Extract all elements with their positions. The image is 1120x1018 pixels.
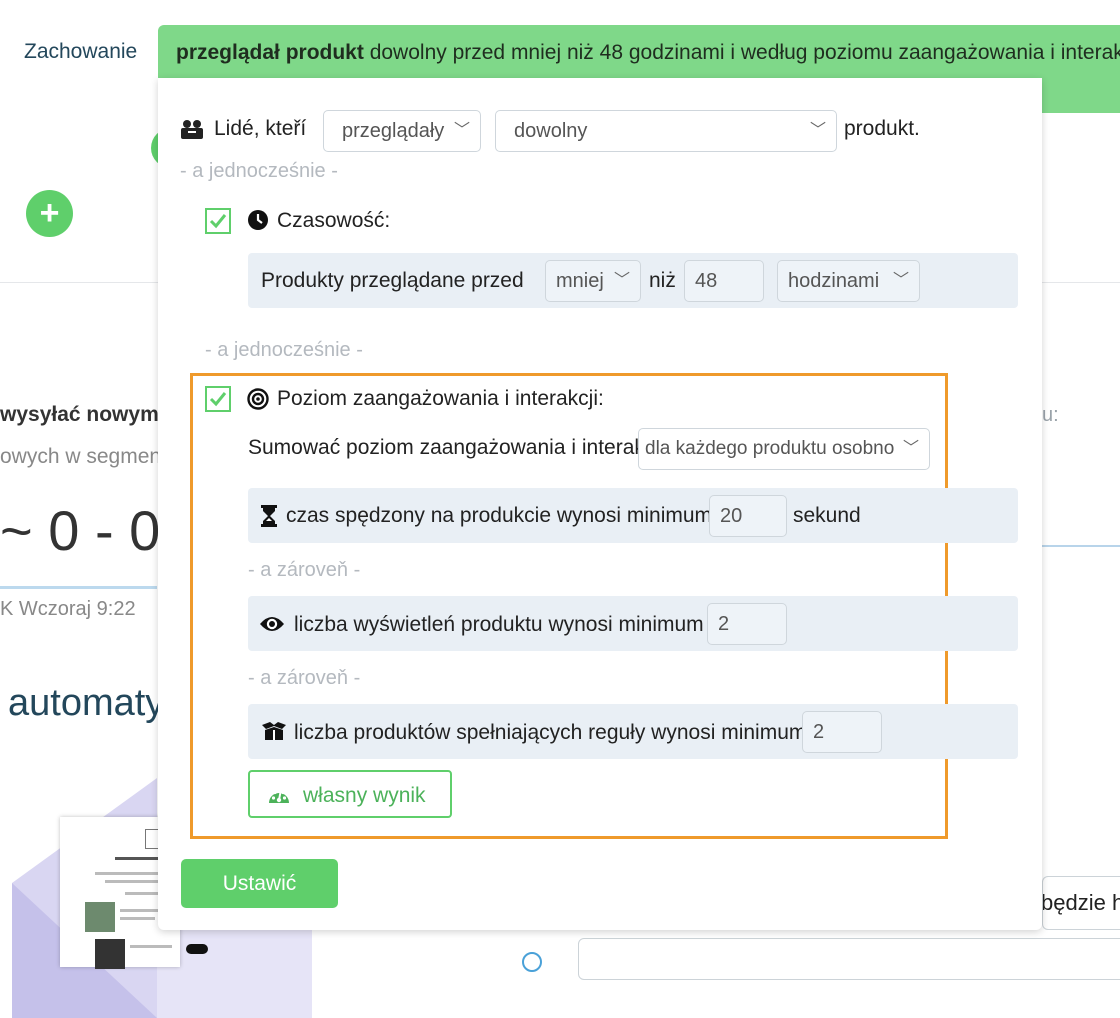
bg-timestamp: K Wczoraj 9:22 [0,598,136,620]
products-label: liczba produktów spełniających reguły wy… [294,721,807,744]
summary-bold: przeglądał produkt [176,41,364,64]
boxes-icon [262,722,286,740]
unit-value: hodzinami [788,270,880,292]
bg-bottom-input[interactable] [578,938,1120,980]
action-select-value: przeglądały [342,120,445,142]
engagement-checkbox[interactable] [205,386,231,412]
tab-behaviour[interactable]: Zachowanie [24,40,137,64]
target-icon [247,388,269,410]
sum-label: Sumować poziom zaangażowania i interakcj… [248,436,665,459]
custom-score-label: własny wynik [303,784,426,807]
chevron-down-icon: ﹀ [453,122,470,139]
and-separator: - a jednocześnie - [205,339,363,361]
clock-icon [248,210,268,230]
set-button[interactable]: Ustawić [181,859,338,908]
gauge-icon [269,790,289,803]
chevron-down-icon: ﹀ [613,272,630,289]
product-select[interactable]: dowolny ﹀ [495,110,837,152]
and-also-separator: - a zároveň - [248,667,361,689]
time-section-title: Czasowość: [277,209,391,232]
sum-mode-select[interactable]: dla każdego produktu osobno ﹀ [638,428,930,470]
seconds-label: sekund [793,504,861,527]
comparator-select[interactable]: mniej ﹀ [545,260,641,302]
time-spent-label: czas spędzony na produkcie wynosi minimu… [286,504,713,527]
bg-right-input[interactable]: będzie h [1042,876,1120,930]
time-checkbox[interactable] [205,208,231,234]
toggle-icon [186,944,208,954]
products-input[interactable]: 2 [802,711,882,753]
action-select[interactable]: przeglądały ﹀ [323,110,481,152]
users-icon [181,120,203,139]
summary-rest: dowolny przed mniej niż 48 godzinami i w… [363,41,1120,64]
unit-select[interactable]: hodzinami ﹀ [777,260,920,302]
engagement-title: Poziom zaangażowania i interakcji: [277,387,604,410]
people-label: Lidé, kteří [214,117,307,140]
and-also-separator: - a zároveň - [248,559,361,581]
sum-mode-value: dla każdego produktu osobno [645,438,895,459]
hourglass-icon [261,505,277,527]
custom-score-button[interactable]: własny wynik [248,770,452,818]
than-label: niż [649,269,676,292]
condition-editor-panel: Lidé, kteří przeglądały ﹀ dowolny ﹀ prod… [158,78,1042,930]
info-icon [522,952,542,972]
eye-icon [260,617,284,631]
bg-right-input-text: będzie h [1042,890,1120,915]
chevron-down-icon: ﹀ [902,440,919,457]
comparator-value: mniej [556,270,604,292]
views-input[interactable]: 2 [707,603,787,645]
chevron-down-icon: ﹀ [809,122,826,139]
time-spent-input[interactable]: 20 [709,495,787,537]
product-suffix: produkt. [844,117,920,140]
hours-input[interactable]: 48 [684,260,764,302]
bg-right-line [1042,545,1120,547]
chevron-down-icon: ﹀ [892,272,909,289]
and-separator: - a jednocześnie - [180,160,338,182]
bg-right-label: u: [1042,404,1059,426]
check-icon [209,214,227,229]
product-select-value: dowolny [514,120,588,142]
views-label: liczba wyświetleń produktu wynosi minimu… [294,613,704,636]
bg-label-send: wysyłać nowym [0,403,159,426]
time-rule-label: Produkty przeglądane przed [261,269,524,292]
check-icon [209,392,227,407]
bg-label-segment: owych w segmen [0,445,162,468]
bg-progress-line [0,586,157,589]
add-button[interactable]: + [26,190,73,237]
condition-summary: przeglądał produkt dowolny przed mniej n… [176,41,1120,65]
bg-score: ~ 0 - 0 [0,499,161,562]
bg-heading: automaty [8,682,165,724]
